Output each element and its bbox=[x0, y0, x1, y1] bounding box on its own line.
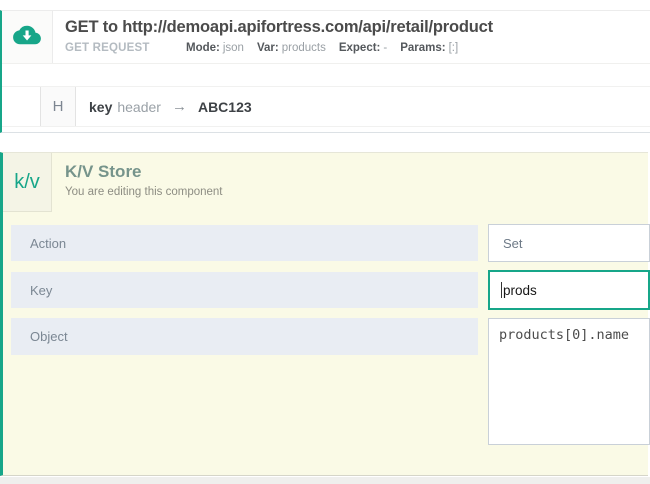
text-caret bbox=[501, 282, 502, 298]
header-badge: H bbox=[40, 87, 76, 126]
meta-params: Params:[:] bbox=[400, 42, 458, 54]
object-textarea[interactable]: products[0].name bbox=[488, 318, 650, 445]
kv-editing-note: You are editing this component bbox=[65, 186, 223, 198]
get-request-subtitle: GET REQUEST bbox=[65, 42, 186, 54]
action-label-band: Action bbox=[11, 225, 478, 261]
kv-store-form: Action Set Key prods Object products[0].… bbox=[3, 224, 648, 464]
object-label-band: Object bbox=[11, 318, 478, 355]
get-request-header[interactable]: GET to http://demoapi.apifortress.com/ap… bbox=[2, 11, 650, 64]
key-input-value: prods bbox=[503, 283, 537, 298]
kv-store-title: K/V Store bbox=[65, 162, 223, 182]
request-header-row[interactable]: H key header → ABC123 bbox=[2, 86, 650, 127]
header-key-name: key bbox=[89, 99, 112, 115]
kv-badge: k/v bbox=[3, 153, 52, 212]
kv-store-component: k/v K/V Store You are editing this compo… bbox=[0, 152, 648, 476]
action-select[interactable]: Set bbox=[488, 224, 650, 262]
key-label: Key bbox=[30, 283, 52, 298]
header-value: ABC123 bbox=[198, 99, 252, 115]
get-request-titles: GET to http://demoapi.apifortress.com/ap… bbox=[53, 11, 650, 63]
kv-store-titles: K/V Store You are editing this component bbox=[52, 153, 223, 212]
get-request-title: GET to http://demoapi.apifortress.com/ap… bbox=[65, 18, 650, 37]
next-component-edge bbox=[0, 477, 650, 484]
component-icon-cell bbox=[2, 11, 53, 63]
action-label: Action bbox=[30, 236, 66, 251]
arrow-right-icon: → bbox=[172, 98, 187, 115]
meta-mode: Mode:json bbox=[186, 42, 244, 54]
header-row-text: key header → ABC123 bbox=[89, 87, 252, 126]
action-selected-value: Set bbox=[503, 236, 523, 251]
header-type-label: header bbox=[117, 99, 161, 115]
kv-store-header[interactable]: k/v K/V Store You are editing this compo… bbox=[3, 153, 648, 212]
action-field-row: Action Set bbox=[3, 224, 648, 262]
get-request-component: GET to http://demoapi.apifortress.com/ap… bbox=[0, 10, 650, 133]
meta-var: Var:products bbox=[257, 42, 326, 54]
key-field-row: Key prods bbox=[3, 270, 648, 310]
object-label: Object bbox=[30, 329, 68, 344]
cloud-download-icon bbox=[13, 24, 41, 51]
object-field-row: Object products[0].name bbox=[3, 318, 648, 445]
key-input[interactable]: prods bbox=[488, 270, 650, 310]
key-label-band: Key bbox=[11, 272, 478, 308]
meta-expect: Expect:- bbox=[339, 42, 387, 54]
get-request-meta-row: GET REQUEST Mode:json Var:products Expec… bbox=[65, 42, 650, 54]
